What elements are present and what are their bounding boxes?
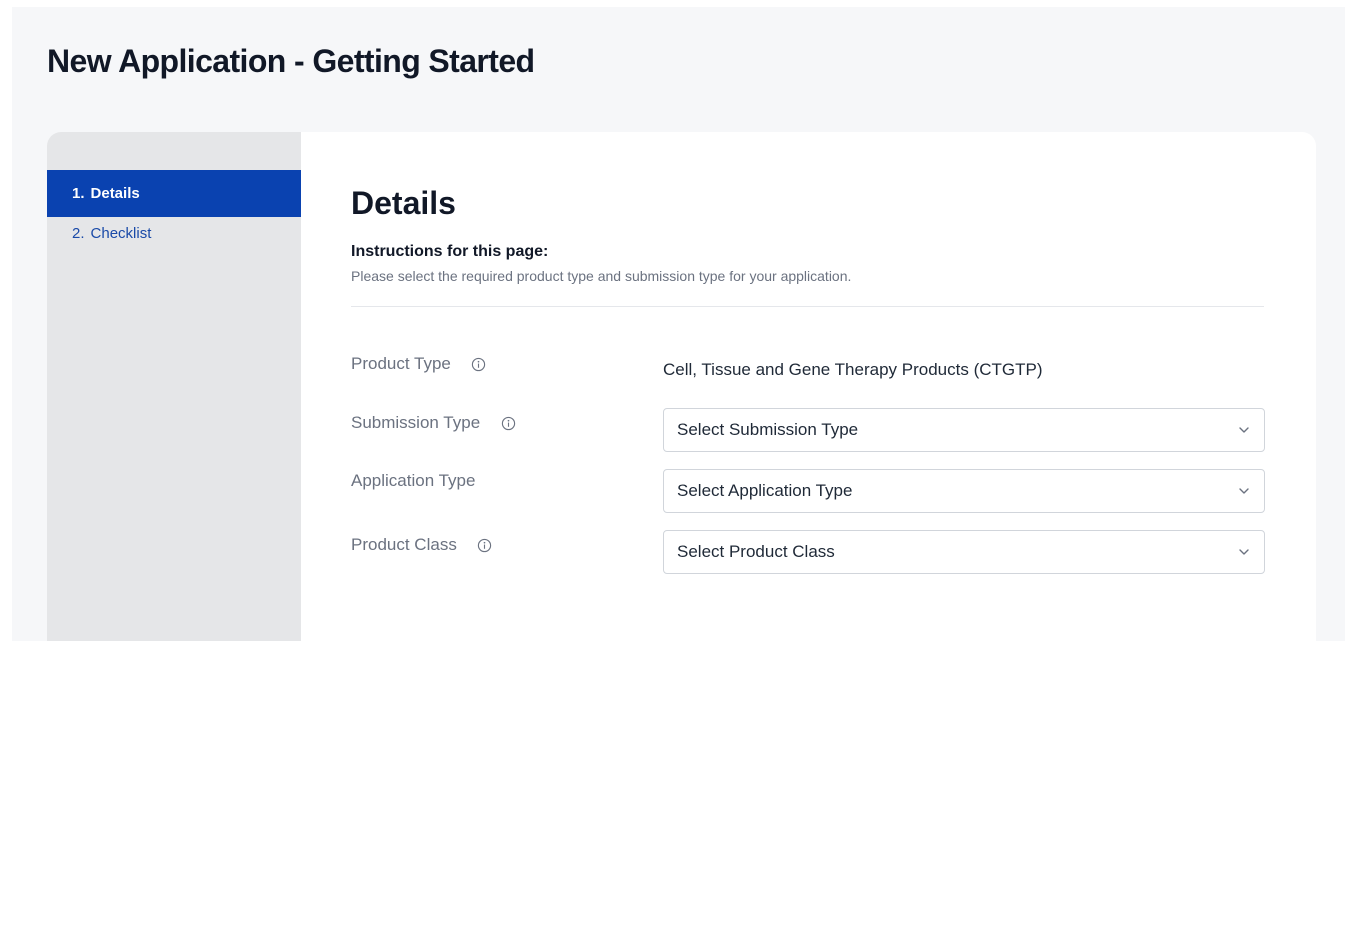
application-type-label-text: Application Type [351, 471, 476, 490]
step-checklist[interactable]: 2. Checklist [47, 223, 301, 255]
product-class-select[interactable]: Select Product Class [663, 530, 1265, 574]
product-type-label: Product Type [351, 354, 487, 374]
submission-type-label-text: Submission Type [351, 413, 481, 432]
application-type-select[interactable]: Select Application Type [663, 469, 1265, 513]
section-title: Details [351, 185, 456, 221]
app-container: New Application - Getting Started 1. Det… [12, 7, 1345, 641]
wizard-panel: 1. Details 2. Checklist Details Instruct… [47, 132, 1316, 641]
info-icon[interactable] [477, 537, 493, 553]
instructions-heading: Instructions for this page: [351, 243, 549, 260]
submission-type-select[interactable]: Select Submission Type [663, 408, 1265, 452]
info-icon[interactable] [471, 356, 487, 372]
submission-type-label: Submission Type [351, 413, 516, 433]
product-type-value: Cell, Tissue and Gene Therapy Products (… [663, 360, 1043, 379]
info-icon[interactable] [500, 415, 516, 431]
instructions-text: Please select the required product type … [351, 268, 852, 284]
page-title: New Application - Getting Started [47, 43, 535, 79]
steps-sidebar: 1. Details 2. Checklist [47, 132, 301, 641]
product-type-label-text: Product Type [351, 354, 451, 373]
chevron-down-icon [1238, 424, 1250, 436]
divider [351, 306, 1264, 307]
chevron-down-icon [1238, 485, 1250, 497]
product-class-label-text: Product Class [351, 535, 457, 554]
chevron-down-icon [1238, 546, 1250, 558]
step-label: Details [90, 185, 140, 202]
step-label: Checklist [90, 225, 152, 242]
product-class-placeholder: Select Product Class [677, 542, 835, 561]
details-content: Details Instructions for this page: Plea… [351, 132, 1316, 641]
step-details[interactable]: 1. Details [47, 170, 301, 217]
step-number: 1. [72, 185, 85, 202]
product-class-label: Product Class [351, 535, 493, 555]
step-number: 2. [72, 225, 85, 242]
submission-type-placeholder: Select Submission Type [677, 420, 859, 439]
application-type-label: Application Type [351, 471, 475, 491]
application-type-placeholder: Select Application Type [677, 481, 853, 500]
